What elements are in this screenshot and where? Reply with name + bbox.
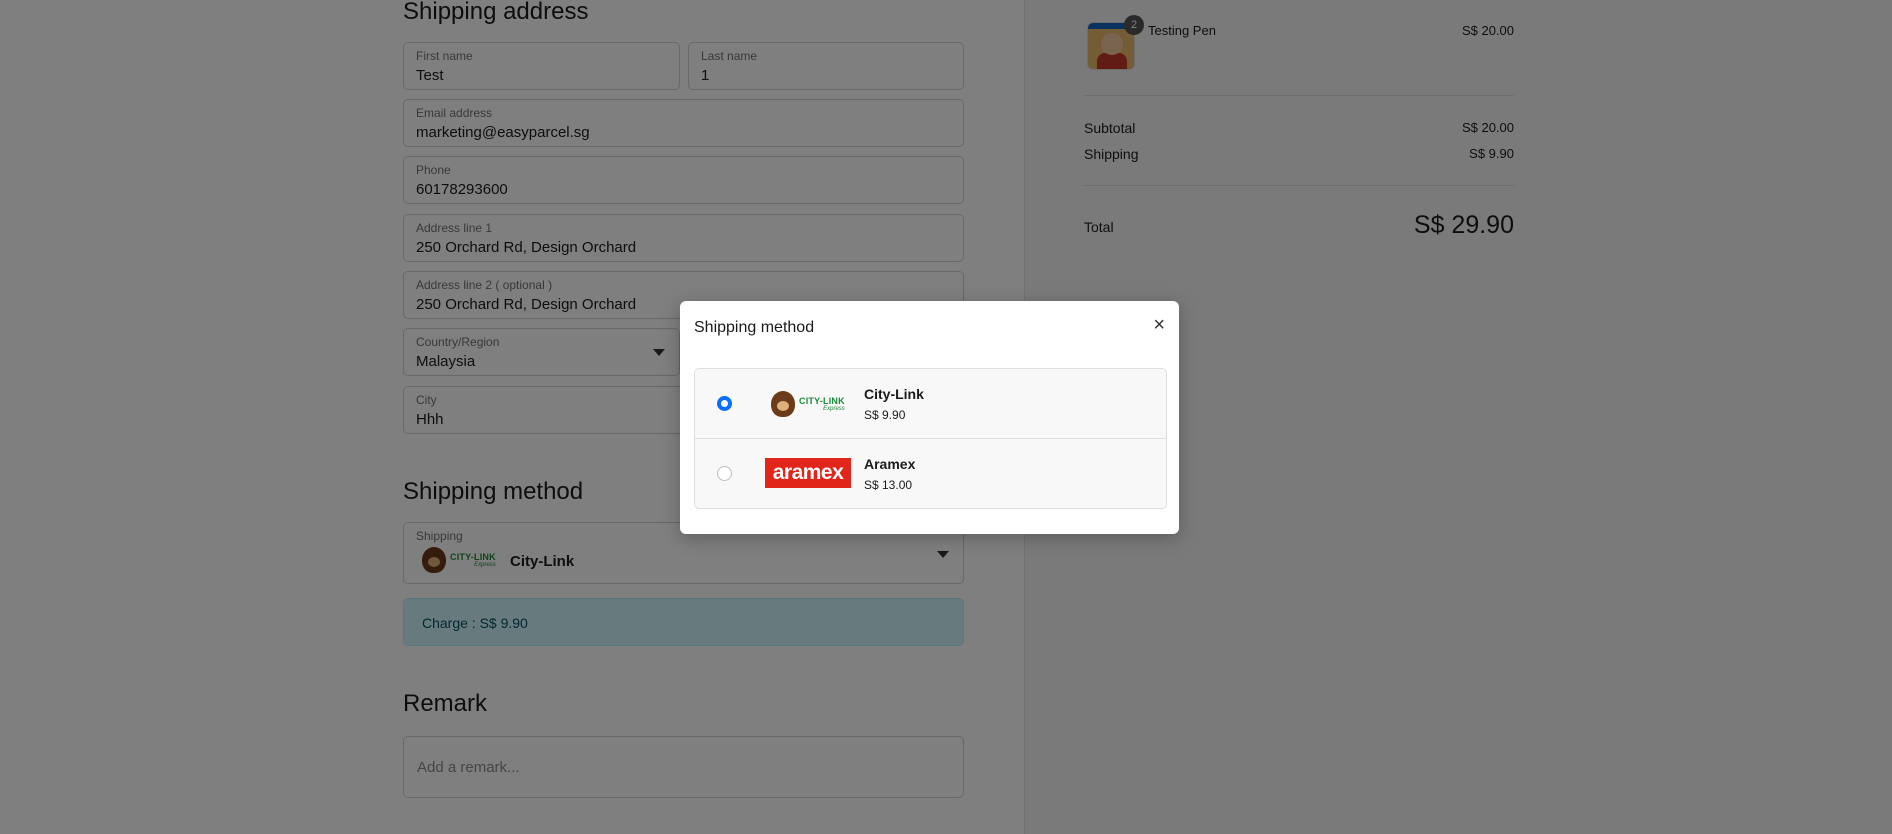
option-name: City-Link: [864, 386, 924, 402]
shipping-option-list: CITY-LINK Express City-Link S$ 9.90 aram…: [694, 368, 1167, 509]
radio-aramex[interactable]: [717, 466, 732, 481]
option-name: Aramex: [864, 456, 916, 472]
citylink-mascot-icon: [771, 391, 795, 417]
option-price: S$ 9.90: [864, 408, 906, 422]
option-price: S$ 13.00: [864, 478, 913, 492]
close-icon[interactable]: ×: [1153, 315, 1165, 335]
citylink-logo: CITY-LINK Express: [771, 389, 857, 419]
shipping-option-aramex[interactable]: aramex Aramex S$ 13.00: [695, 439, 1166, 508]
citylink-logo-text: CITY-LINK: [799, 395, 845, 406]
modal-title: Shipping method: [694, 319, 815, 336]
shipping-option-citylink[interactable]: CITY-LINK Express City-Link S$ 9.90: [695, 369, 1166, 439]
radio-citylink[interactable]: [717, 396, 732, 411]
citylink-logo-subtext: Express: [823, 405, 845, 412]
shipping-method-modal: Shipping method × CITY-LINK Express City…: [680, 301, 1179, 534]
aramex-logo: aramex: [765, 458, 851, 488]
